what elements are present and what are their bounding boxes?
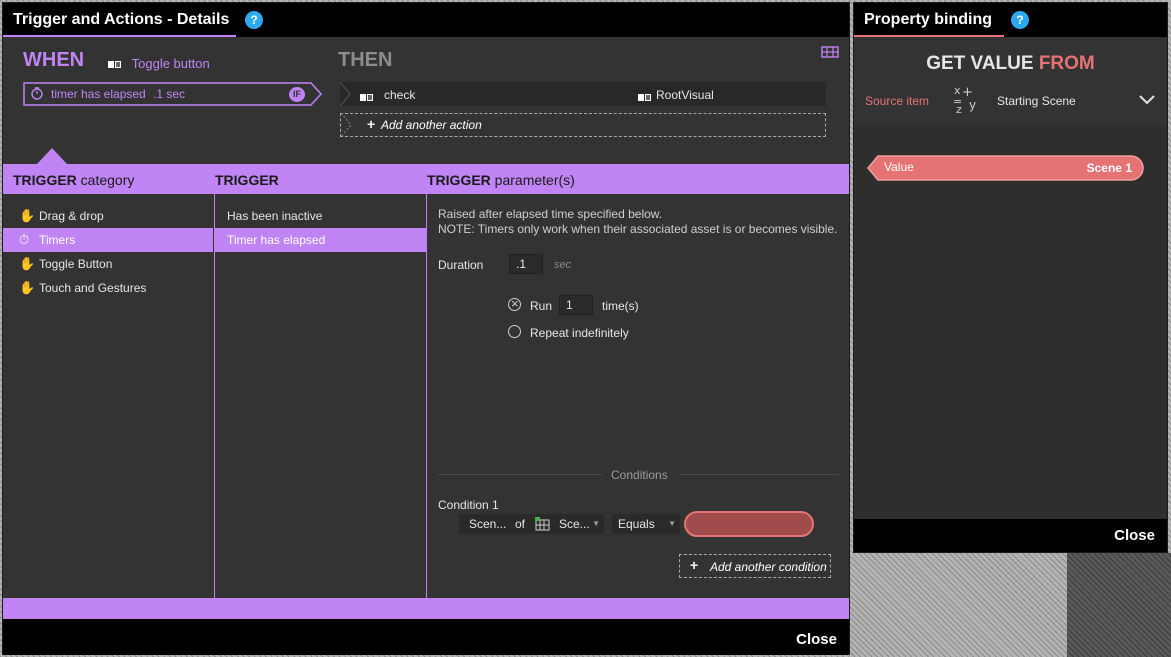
panel-title: Trigger and Actions - Details bbox=[13, 11, 230, 28]
plus-icon: + bbox=[690, 557, 699, 573]
condition-value-binding[interactable] bbox=[684, 511, 814, 537]
run-label: Run bbox=[530, 299, 553, 313]
binding-title: Property binding bbox=[864, 11, 992, 28]
source-item-value: Starting Scene bbox=[997, 94, 1076, 108]
add-action-label: Add another action bbox=[381, 118, 482, 132]
background-hatch bbox=[1067, 553, 1171, 657]
variables-icon: x + = z y bbox=[953, 84, 976, 115]
category-header-title: TRIGGER category bbox=[13, 172, 135, 188]
binding-titlebar: Property binding ? bbox=[854, 3, 1167, 37]
action-target: RootVisual bbox=[656, 88, 714, 102]
category-header: TRIGGER category TRIGGER TRIGGER paramet… bbox=[3, 164, 849, 194]
timer-icon: ⏱ bbox=[19, 232, 30, 247]
binding-bottom-bar: Close bbox=[854, 519, 1167, 552]
category-item-drag-drop[interactable]: ✋ Drag & drop bbox=[3, 204, 213, 228]
bottom-bar: Close bbox=[3, 619, 849, 655]
action-notch-icon bbox=[341, 113, 352, 137]
trigger-actions-panel: Trigger and Actions - Details ? WHEN Tog… bbox=[2, 2, 850, 655]
category-item-label: Timers bbox=[39, 233, 76, 247]
value-text: Scene 1 bbox=[1086, 161, 1132, 175]
category-list: ✋ Drag & drop ⏱ Timers ✋ Toggle Button ✋… bbox=[3, 204, 213, 300]
hand-icon: ✋ bbox=[19, 256, 36, 271]
duration-label: Duration bbox=[438, 258, 484, 272]
category-item-touch-gestures[interactable]: ✋ Touch and Gestures bbox=[3, 276, 213, 300]
source-item-label: Source item bbox=[865, 94, 930, 108]
repeat-label: Repeat indefinitely bbox=[530, 326, 629, 340]
add-condition-label: Add another condition bbox=[710, 560, 827, 574]
bottom-band bbox=[3, 598, 849, 619]
condition-of-label: of bbox=[515, 517, 526, 531]
svg-text:z: z bbox=[956, 103, 962, 115]
then-label: THEN bbox=[338, 49, 393, 71]
condition-operator-dropdown[interactable]: Equals ▼ bbox=[612, 514, 680, 534]
run-radio[interactable] bbox=[508, 296, 521, 311]
trigger-description: Raised after elapsed time specified belo… bbox=[438, 207, 837, 237]
add-action-button[interactable]: + Add another action bbox=[340, 113, 826, 137]
chevron-down-icon[interactable] bbox=[1138, 93, 1156, 105]
value-binding-pill[interactable]: Value Scene 1 bbox=[866, 154, 1144, 182]
title-underline bbox=[3, 35, 236, 37]
hand-icon: ✋ bbox=[19, 280, 36, 295]
duration-input[interactable]: .1 bbox=[509, 254, 543, 274]
trigger-header-title: TRIGGER bbox=[215, 172, 279, 188]
timer-icon bbox=[31, 87, 43, 100]
condition-1-label: Condition 1 bbox=[438, 498, 499, 512]
help-icon[interactable]: ? bbox=[245, 11, 263, 29]
toggle-button-icon bbox=[108, 56, 122, 71]
close-button[interactable]: Close bbox=[1114, 527, 1155, 544]
value-label: Value bbox=[884, 160, 914, 174]
when-label: WHEN bbox=[23, 49, 85, 71]
category-item-toggle-button[interactable]: ✋ Toggle Button bbox=[3, 252, 213, 276]
description-note: NOTE: Timers only work when their associ… bbox=[438, 222, 838, 236]
trigger-value: .1 sec bbox=[153, 87, 186, 101]
category-notch bbox=[37, 148, 67, 164]
toggle-button-icon bbox=[360, 89, 374, 104]
action-notch-icon bbox=[340, 82, 351, 106]
help-icon[interactable]: ? bbox=[1011, 11, 1029, 29]
chevron-down-icon: ▼ bbox=[592, 519, 600, 528]
condition-source: Scen... bbox=[469, 517, 507, 531]
run-count-input[interactable]: 1 bbox=[559, 295, 593, 315]
column-divider bbox=[426, 194, 427, 598]
trigger-item-timer-elapsed[interactable]: Timer has elapsed bbox=[215, 228, 426, 252]
when-item[interactable]: Toggle button bbox=[108, 56, 210, 71]
plus-icon: + bbox=[367, 116, 376, 132]
svg-text:y: y bbox=[969, 98, 976, 112]
condition-prop: Sce... bbox=[559, 517, 590, 531]
binding-header bbox=[854, 37, 1167, 125]
property-binding-panel: Property binding ? GET VALUE FROM Source… bbox=[853, 2, 1168, 553]
trigger-actions-titlebar: Trigger and Actions - Details ? bbox=[3, 3, 849, 37]
category-item-label: Toggle Button bbox=[39, 257, 113, 271]
get-value-heading: GET VALUE FROM bbox=[926, 53, 1095, 74]
trigger-item-inactive[interactable]: Has been inactive bbox=[215, 204, 426, 228]
conditions-divider bbox=[679, 474, 839, 475]
chevron-down-icon: ▼ bbox=[668, 519, 676, 528]
category-item-timers[interactable]: ⏱ Timers bbox=[3, 228, 213, 252]
category-item-label: Drag & drop bbox=[39, 209, 104, 223]
column-divider bbox=[214, 194, 215, 598]
trigger-text: timer has elapsed bbox=[51, 87, 146, 101]
trigger-list: Has been inactive Timer has elapsed bbox=[215, 204, 426, 252]
conditions-divider bbox=[438, 474, 602, 475]
repeat-radio[interactable] bbox=[508, 325, 521, 338]
duration-unit: sec bbox=[554, 259, 572, 271]
run-unit: time(s) bbox=[602, 299, 639, 313]
params-header-title: TRIGGER parameter(s) bbox=[427, 172, 575, 188]
close-button[interactable]: Close bbox=[796, 631, 837, 648]
trigger-pill[interactable]: timer has elapsed .1 sec IF bbox=[23, 82, 323, 106]
condition-operator: Equals bbox=[618, 517, 655, 531]
category-item-label: Touch and Gestures bbox=[39, 281, 147, 295]
table-icon bbox=[535, 517, 550, 531]
action-name: check bbox=[384, 88, 416, 102]
condition-source-dropdown[interactable]: Scen... of Sce... ▼ bbox=[459, 514, 604, 534]
if-badge-icon[interactable]: IF bbox=[289, 87, 305, 102]
action-row[interactable]: check RootVisual bbox=[340, 82, 826, 106]
description-line: Raised after elapsed time specified belo… bbox=[438, 207, 663, 221]
add-condition-button[interactable]: + Add another condition bbox=[679, 554, 831, 578]
when-item-label: Toggle button bbox=[131, 56, 210, 71]
toggle-button-icon bbox=[638, 89, 652, 104]
grid-icon[interactable] bbox=[821, 45, 839, 59]
drag-hand-icon: ✋ bbox=[19, 208, 36, 223]
conditions-title: Conditions bbox=[611, 468, 668, 482]
